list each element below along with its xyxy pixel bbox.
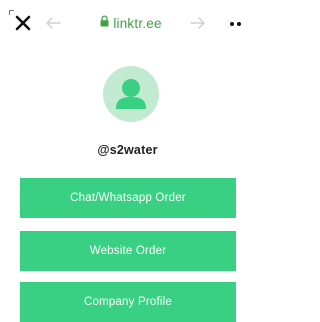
url-text: linktr.ee (113, 15, 162, 31)
arrow-left-icon[interactable] (44, 15, 62, 31)
website-order-button[interactable]: Website Order (20, 231, 236, 271)
chat-whatsapp-order-button[interactable]: Chat/Whatsapp Order (20, 178, 236, 218)
button-label: Website Order (89, 245, 167, 257)
button-label: Company Profile (83, 296, 172, 308)
user-icon (116, 79, 146, 109)
address-bar[interactable]: linktr.ee (86, 13, 176, 33)
arrow-right-icon[interactable] (189, 15, 207, 31)
lock-icon (100, 14, 109, 32)
more-icon[interactable] (226, 15, 252, 31)
profile-username: @s2water (97, 143, 158, 157)
company-profile-button[interactable]: Company Profile (20, 282, 236, 322)
browser-toolbar: linktr.ee (0, 0, 255, 46)
button-label: Chat/Whatsapp Order (70, 192, 186, 204)
avatar (103, 66, 159, 122)
close-icon[interactable] (14, 14, 32, 32)
